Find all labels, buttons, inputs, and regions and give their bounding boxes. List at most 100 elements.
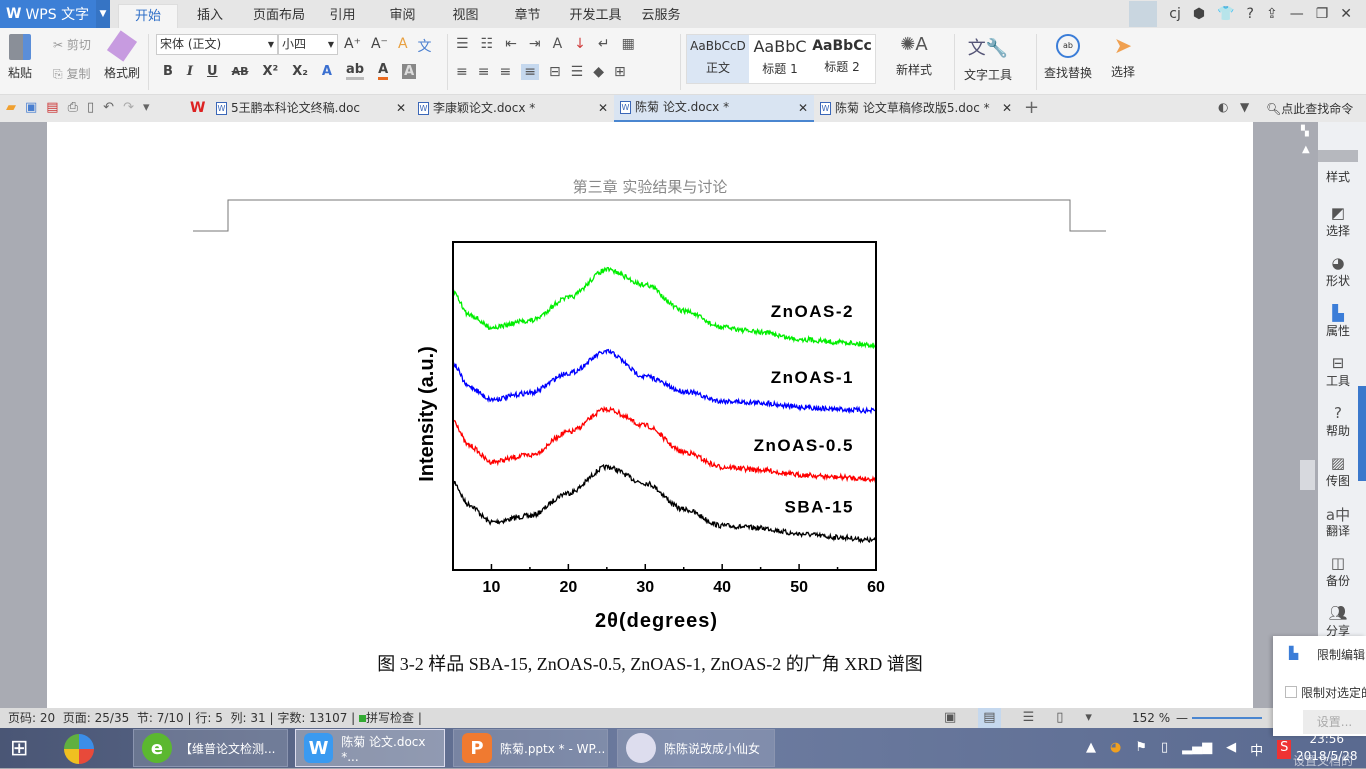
bold-icon[interactable]: B — [163, 64, 173, 79]
select-button[interactable]: ➤ 选择 — [1111, 34, 1135, 80]
copy-button[interactable]: ⎘ 复制 — [53, 65, 90, 82]
shading-icon[interactable]: ◆ — [593, 64, 604, 80]
sidebar-item-help[interactable]: ? 帮助 — [1318, 404, 1358, 439]
save-icon[interactable]: ▣ — [25, 100, 37, 115]
new-tab-icon[interactable]: + — [1024, 97, 1039, 118]
sidebar-item-shapes[interactable]: ◕ 形状 — [1318, 254, 1358, 289]
text-effect-icon[interactable]: A — [322, 64, 332, 79]
style-heading-1[interactable]: AaBbC 标题 1 — [749, 35, 811, 83]
upload-icon[interactable]: ⇪ — [1266, 6, 1278, 22]
ime-indicator[interactable]: 中 — [1250, 740, 1263, 759]
zoom-level[interactable]: 152 % — [1132, 708, 1170, 728]
increase-indent-icon[interactable]: ⇥ — [529, 36, 541, 52]
doc-tab-active[interactable]: W 陈菊 论文.docx * ✕ — [614, 95, 814, 122]
close-tab-icon[interactable]: ✕ — [598, 95, 608, 122]
sidebar-item-backup[interactable]: ◫ 备份 — [1318, 554, 1358, 589]
close-tab-icon[interactable]: ✕ — [396, 95, 406, 122]
tab-cloud[interactable]: 云服务 — [636, 4, 686, 28]
tab-chapter[interactable]: 章节 — [505, 4, 550, 28]
chevron-down-icon[interactable]: ▾ — [143, 100, 150, 115]
align-center-icon[interactable]: ≡ — [478, 64, 490, 80]
bullet-list-icon[interactable]: ☰ — [456, 36, 469, 52]
font-color-icon[interactable]: A — [378, 62, 389, 80]
italic-icon[interactable]: I — [187, 64, 193, 79]
table-icon[interactable]: ▦ — [622, 36, 635, 52]
subscript-icon[interactable]: X₂ — [292, 64, 308, 79]
fullscreen-view-icon[interactable]: ▣ — [944, 708, 956, 728]
numbered-list-icon[interactable]: ☷ — [481, 36, 494, 52]
style-heading-2[interactable]: AaBbCc 标题 2 — [811, 35, 873, 83]
taskbar-item-wps-presentation[interactable]: P 陈菊.pptx * - WP... — [453, 729, 608, 767]
zoom-out-icon[interactable]: — — [1176, 708, 1188, 728]
font-size-select[interactable]: 小四 ▼ — [278, 34, 338, 55]
font-name-select[interactable]: 宋体 (正文) ▼ — [156, 34, 278, 55]
windows-start-icon[interactable]: ⊞ — [10, 736, 28, 761]
align-left-icon[interactable]: ≡ — [456, 64, 468, 80]
clear-format-icon[interactable]: A — [398, 36, 408, 56]
command-search[interactable]: 🔍︎点此查找命令 — [1266, 100, 1353, 117]
user-name[interactable]: cj — [1169, 6, 1181, 22]
paste-button[interactable]: 粘贴 — [8, 34, 32, 81]
doc-tab[interactable]: W 李康颖论文.docx * ✕ — [412, 95, 614, 122]
zoom-slider[interactable] — [1192, 717, 1262, 719]
cut-button[interactable]: ✂ 剪切 — [53, 36, 91, 53]
taskbar-item-chat[interactable]: 陈陈说改成小仙女 — [617, 729, 775, 767]
chevron-down-icon[interactable]: ▼ — [96, 0, 110, 28]
print-icon[interactable]: ⎙ — [68, 100, 78, 115]
minimize-icon[interactable]: — — [1290, 6, 1304, 22]
sidebar-item-share[interactable]: 👥︎ 分享 — [1318, 604, 1358, 639]
align-right-icon[interactable]: ≡ — [499, 64, 511, 80]
distributed-icon[interactable]: ⊟ — [549, 64, 561, 80]
eye-protect-icon[interactable]: ▾ — [1085, 708, 1092, 728]
doc-tab[interactable]: W 5王鹏本科论文终稿.doc ✕ — [210, 95, 412, 122]
highlight-icon[interactable]: ab — [345, 62, 365, 80]
restrict-selection-checkbox[interactable] — [1285, 686, 1297, 698]
network-signal-icon[interactable]: ▂▄▆ — [1182, 740, 1212, 759]
wps-home-icon[interactable]: W — [190, 100, 205, 116]
sidebar-expand-handle[interactable] — [1358, 386, 1366, 481]
taskbar-item-wps-writer[interactable]: W 陈菊 论文.docx *... — [295, 729, 445, 767]
settings-button[interactable]: 设置... — [1303, 710, 1366, 734]
redo-icon[interactable]: ↷ — [123, 100, 134, 115]
tshirt-skin-icon[interactable]: 👕 — [1217, 6, 1234, 22]
open-folder-icon[interactable]: ▰ — [6, 100, 16, 115]
sync-icon[interactable]: ◐ — [1218, 100, 1228, 114]
web-view-icon[interactable]: ▯ — [1056, 708, 1063, 728]
vertical-scrollbar[interactable]: ▚ ▲ — [1297, 122, 1318, 708]
style-normal[interactable]: AaBbCcD 正文 — [687, 35, 749, 83]
outline-view-icon[interactable]: ☰ — [1023, 708, 1035, 728]
justify-icon[interactable]: ≡ — [521, 64, 539, 80]
superscript-icon[interactable]: X² — [262, 64, 278, 79]
sidebar-item-styles[interactable]: 样式 — [1318, 168, 1358, 185]
status-pages[interactable]: 页面: 25/35 — [63, 711, 129, 725]
tab-view[interactable]: 视图 — [443, 4, 488, 28]
page-view-icon[interactable]: ▤ — [978, 708, 1001, 728]
close-tab-icon[interactable]: ✕ — [1002, 95, 1012, 122]
tab-insert[interactable]: 插入 — [185, 4, 235, 28]
text-tools-button[interactable]: 文🔧 文字工具 — [964, 34, 1012, 83]
sidebar-item-upload-image[interactable]: ▨ 传图 — [1318, 454, 1358, 489]
tab-references[interactable]: 引用 — [320, 4, 365, 28]
sidebar-item-translate[interactable]: a中 翻译 — [1318, 504, 1358, 539]
format-painter-button[interactable]: 格式刷 — [104, 30, 140, 81]
undo-icon[interactable]: ↶ — [103, 100, 114, 115]
help-icon[interactable]: ? — [1247, 6, 1254, 22]
tab-home[interactable]: 开始 — [118, 4, 178, 28]
collapse-sidebar-button[interactable] — [1318, 150, 1358, 162]
volume-icon[interactable]: ◀ — [1226, 740, 1236, 759]
security-app-icon[interactable]: ◕ — [1110, 740, 1121, 759]
paragraph-mark-icon[interactable]: ↵ — [598, 36, 610, 52]
new-style-button[interactable]: ✺A 新样式 — [896, 34, 932, 78]
sogou-ime-icon[interactable]: S — [1277, 740, 1292, 759]
shrink-font-icon[interactable]: A⁻ — [371, 36, 388, 56]
sidebar-item-tools[interactable]: ⊟ 工具 — [1318, 354, 1358, 389]
strikethrough-icon[interactable]: AB — [232, 65, 249, 78]
decrease-indent-icon[interactable]: ⇤ — [505, 36, 517, 52]
scrollbar-thumb[interactable] — [1300, 460, 1315, 490]
close-icon[interactable]: ✕ — [1340, 6, 1352, 22]
find-replace-button[interactable]: ab 查找替换 — [1044, 34, 1092, 81]
tab-review[interactable]: 审阅 — [380, 4, 425, 28]
spell-check-button[interactable]: 拼写检查 — [366, 711, 414, 725]
export-pdf-icon[interactable]: ▤ — [46, 100, 58, 115]
skin-thumbnail-icon[interactable] — [1129, 1, 1158, 27]
